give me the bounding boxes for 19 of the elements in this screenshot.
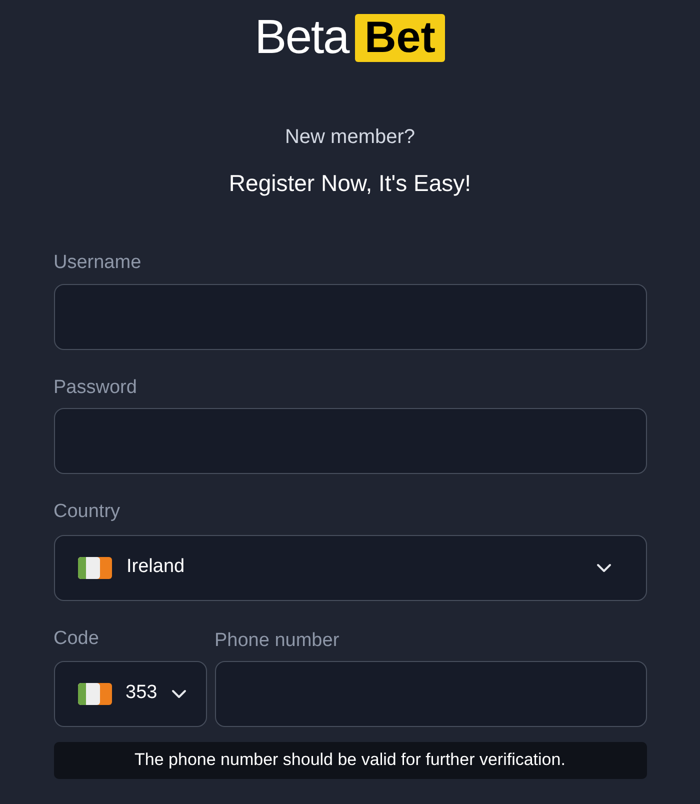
logo-text: Beta	[254, 14, 349, 62]
code-label: Code	[54, 628, 100, 648]
password-label: Password	[54, 378, 138, 396]
hint-message: The phone number should be valid for further verification.	[54, 742, 646, 778]
intro-question: New member?	[284, 125, 416, 150]
flag-icon	[78, 556, 112, 578]
phone-field[interactable]	[214, 660, 646, 726]
password-field[interactable]	[54, 408, 646, 474]
chevron-down-icon	[596, 562, 612, 572]
country-label: Country	[54, 502, 122, 520]
phone-label: Phone number	[214, 630, 340, 650]
code-select[interactable]: 353	[54, 660, 206, 726]
username-label: Username	[54, 252, 142, 272]
logo-badge: Bet	[354, 14, 446, 62]
country-select[interactable]: Ireland	[54, 534, 646, 600]
intro-headline: Register Now, It's Easy!	[228, 169, 472, 198]
chevron-down-icon	[171, 688, 188, 698]
flag-icon	[78, 682, 112, 704]
username-field[interactable]	[54, 284, 646, 350]
